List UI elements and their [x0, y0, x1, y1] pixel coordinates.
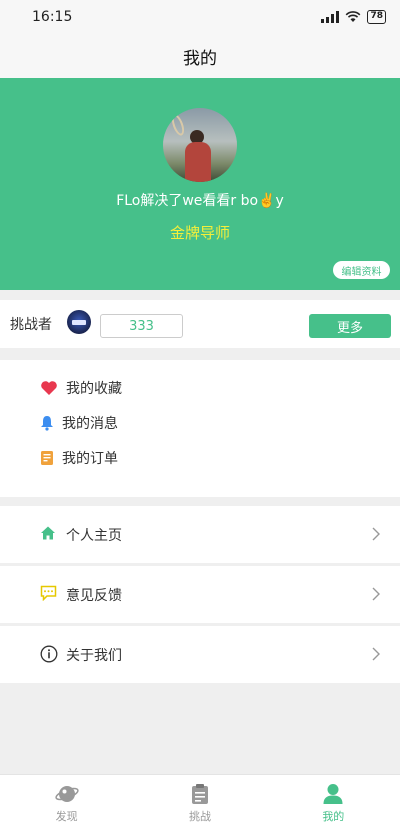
feedback-icon: [40, 585, 57, 601]
quick-link-label: 我的收藏: [66, 381, 122, 397]
menu-label: 个人主页: [66, 527, 122, 544]
challenger-label: 挑战者: [10, 317, 52, 333]
quick-link-orders[interactable]: 我的订单: [40, 448, 118, 468]
info-icon: [40, 645, 58, 663]
user-icon: [323, 783, 343, 804]
quick-link-favorites[interactable]: 我的收藏: [40, 378, 122, 398]
home-icon: [41, 526, 55, 540]
chevron-right-icon: [372, 647, 380, 661]
profile-title: 金牌导师: [169, 224, 230, 242]
challenger-row: 挑战者 333 更多: [0, 300, 400, 348]
menu-label: 意见反馈: [66, 587, 122, 604]
edit-profile-button[interactable]: 编辑资料: [333, 261, 390, 279]
menu-item-feedback[interactable]: 意见反馈: [0, 566, 400, 623]
chevron-right-icon: [372, 527, 380, 541]
tab-mine[interactable]: 我的: [267, 775, 400, 831]
tab-challenge[interactable]: 挑战: [133, 775, 266, 831]
order-icon: [41, 451, 53, 465]
nav-bar: 我的: [0, 34, 400, 78]
chevron-right-icon: [372, 587, 380, 601]
avatar-body: [185, 142, 211, 182]
bell-icon: [41, 416, 53, 431]
menu-item-about[interactable]: 关于我们: [0, 626, 400, 683]
page-title: 我的: [183, 48, 217, 69]
profile-name: FLo解决了we看看r bo✌️y: [116, 193, 284, 209]
clipboard-icon: [191, 783, 208, 804]
tab-label: 挑战: [188, 809, 211, 823]
status-bar: 16:15 78: [0, 0, 400, 34]
quick-link-messages[interactable]: 我的消息: [40, 413, 118, 433]
avatar[interactable]: [163, 108, 237, 182]
avatar-racket: [169, 112, 187, 138]
tab-discover[interactable]: 发现: [0, 775, 133, 831]
quick-links: 我的收藏 我的消息 我的订单: [0, 360, 400, 497]
tab-bar: 发现 挑战 我的: [0, 774, 400, 831]
tab-label: 发现: [55, 809, 78, 823]
challenger-avatar[interactable]: [67, 310, 91, 334]
profile-header: FLo解决了we看看r bo✌️y 金牌导师 编辑资料: [0, 78, 400, 290]
tab-label: 我的: [322, 809, 345, 823]
wifi-icon: [346, 11, 361, 22]
challenger-value[interactable]: 333: [100, 314, 183, 338]
menu-label: 关于我们: [66, 647, 122, 664]
more-button[interactable]: 更多: [309, 314, 391, 338]
planet-icon: [55, 785, 79, 802]
menu-item-homepage[interactable]: 个人主页: [0, 506, 400, 563]
battery-indicator: 78: [367, 10, 386, 24]
signal-icon: [321, 11, 340, 23]
heart-icon: [41, 381, 57, 395]
quick-link-label: 我的订单: [62, 451, 118, 467]
status-icons: 78: [321, 10, 386, 24]
status-time: 16:15: [32, 9, 73, 25]
quick-link-label: 我的消息: [62, 416, 118, 432]
